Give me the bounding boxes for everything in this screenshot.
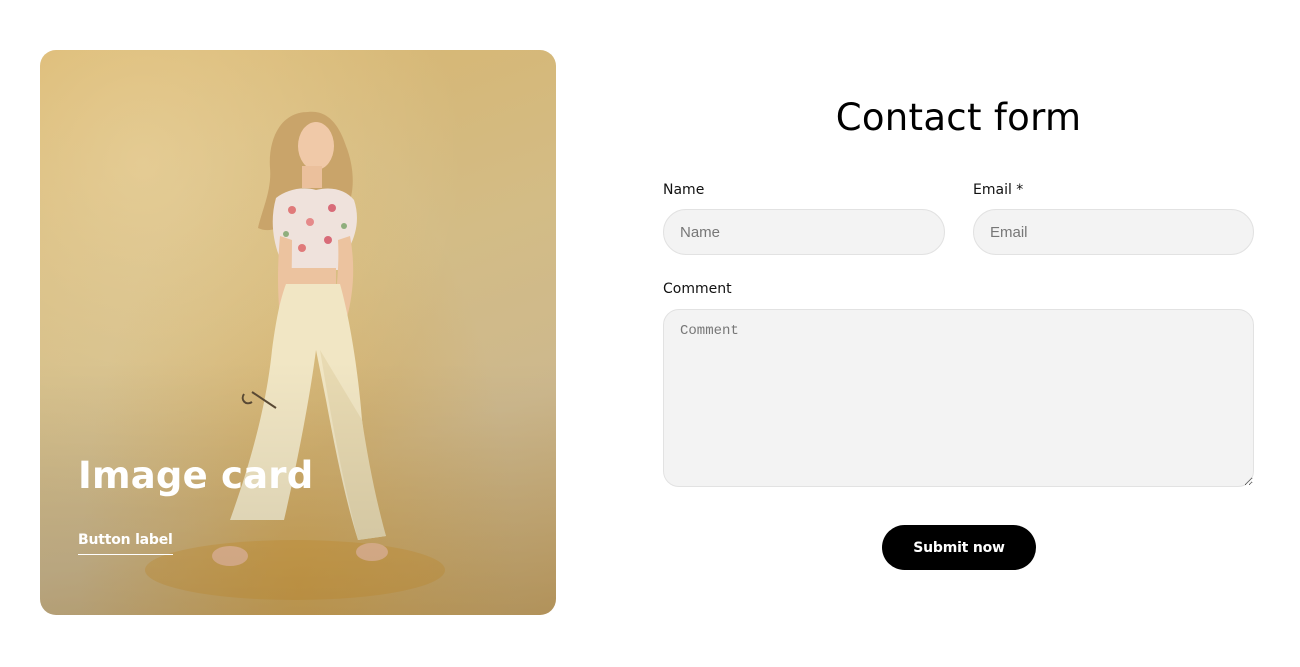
image-card-button[interactable]: Button label (78, 532, 173, 555)
comment-label: Comment (663, 281, 732, 297)
email-input[interactable] (973, 209, 1254, 255)
image-card-title: Image card (78, 454, 314, 497)
contact-form-title: Contact form (835, 96, 1082, 139)
comment-textarea[interactable] (663, 309, 1254, 487)
image-overlay (40, 50, 556, 615)
submit-button[interactable]: Submit now (882, 525, 1036, 570)
email-label: Email * (973, 182, 1024, 198)
name-input[interactable] (663, 209, 945, 255)
page: Image card Button label Contact form Nam… (0, 0, 1300, 667)
image-card: Image card Button label (40, 50, 556, 615)
name-label: Name (663, 182, 705, 198)
